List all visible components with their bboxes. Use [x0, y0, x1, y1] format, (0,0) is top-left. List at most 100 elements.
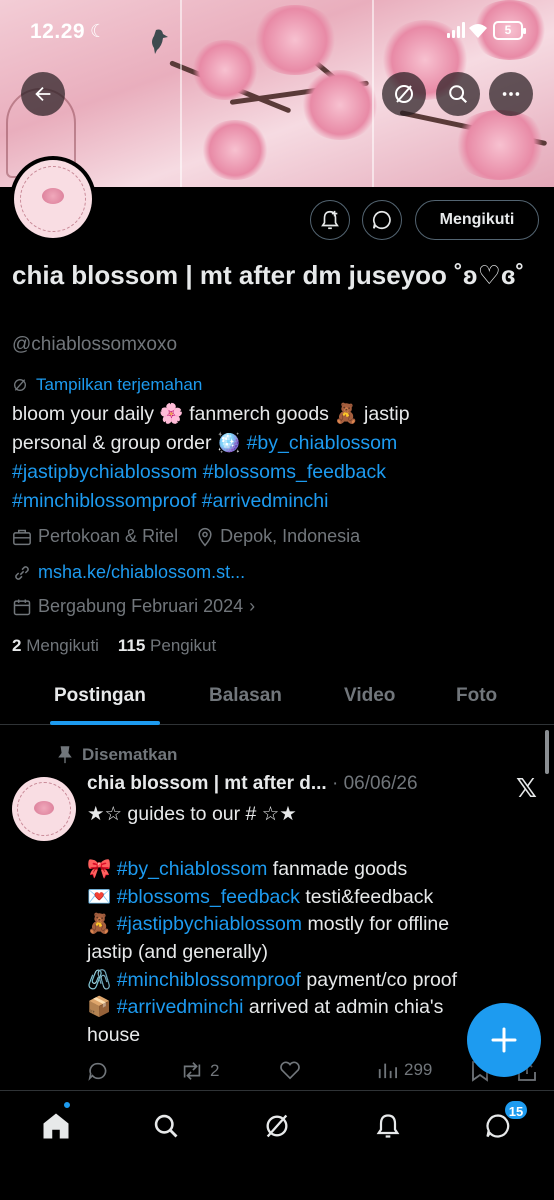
profile-link-row: msha.ke/chiablossom.st...: [12, 562, 263, 583]
messages-badge: 15: [503, 1099, 529, 1121]
hashtag-link[interactable]: #blossoms_feedback: [203, 461, 386, 483]
post-text: payment/co proof: [300, 968, 458, 991]
tab-video[interactable]: Video: [344, 685, 395, 707]
pinned-label: Disematkan: [82, 745, 178, 764]
avatar-flower-logo: [42, 188, 64, 204]
views-count: 299: [404, 1060, 433, 1079]
reply-icon: [88, 1062, 107, 1081]
bio-line: bloom your daily 🌸 fanmerch goods 🧸 jast…: [12, 400, 542, 429]
following-button[interactable]: Mengikuti: [415, 200, 539, 240]
back-button[interactable]: [21, 72, 65, 116]
bar-chart-icon: [378, 1063, 397, 1079]
x-logo-icon: 𝕏: [516, 773, 537, 803]
wifi-icon: [469, 24, 487, 38]
nav-search[interactable]: [149, 1109, 183, 1143]
grok-icon: [14, 379, 26, 391]
location-item: Depok, Indonesia: [196, 526, 360, 547]
search-button[interactable]: [436, 72, 480, 116]
nav-notifications[interactable]: [371, 1109, 405, 1143]
profile-name: chia blossom | mt after dm juseyoo ˚ʚ♡ɞ˚: [12, 260, 525, 290]
hashtag-link[interactable]: #jastipbychiablossom: [12, 461, 197, 483]
message-button[interactable]: [362, 200, 402, 240]
post-text: mostly for offline: [302, 913, 450, 936]
hashtag-link[interactable]: #by_chiablossom: [247, 432, 398, 454]
calendar-icon: [13, 599, 31, 615]
profile-page: 12.29 ☾ 5 Mengikuti chia blossom | mt af…: [0, 0, 554, 1200]
moon-icon: ☾: [90, 21, 107, 41]
like-button[interactable]: [279, 1060, 301, 1080]
post-author-avatar[interactable]: [12, 777, 76, 841]
bio-text: personal & group order 🪩: [12, 432, 247, 454]
tab-replies[interactable]: Balasan: [209, 685, 282, 707]
home-icon: [43, 1113, 69, 1139]
website-item[interactable]: msha.ke/chiablossom.st...: [12, 562, 245, 583]
bell-plus-icon: [321, 210, 339, 230]
compose-button[interactable]: [467, 1003, 541, 1077]
chat-bubble-icon: [372, 210, 391, 230]
hashtag-link[interactable]: #blossoms_feedback: [117, 886, 300, 908]
status-bar: 12.29 ☾ 5: [0, 0, 554, 62]
more-button[interactable]: [489, 72, 533, 116]
profile-avatar[interactable]: [10, 156, 96, 242]
banner-blossom: [450, 110, 550, 180]
bio-line: #jastipbychiablossom #blossoms_feedback: [12, 458, 542, 487]
post-date: · 06/06/26: [331, 773, 418, 794]
post-text: 📦: [87, 996, 117, 1019]
hashtag-link[interactable]: #by_chiablossom: [117, 858, 268, 880]
notifications-subscribe-button[interactable]: [310, 200, 350, 240]
bell-icon: [376, 1114, 400, 1138]
nav-home[interactable]: [39, 1109, 73, 1143]
pin-icon: [58, 746, 72, 764]
post-text: 🖇️: [87, 968, 117, 991]
post-line: 🖇️ #minchiblossomproof payment/co proof: [87, 967, 537, 995]
post-line: jastip (and generally): [87, 939, 537, 967]
post-line: [87, 829, 537, 857]
plus-icon: [491, 1027, 517, 1053]
briefcase-icon: [13, 529, 31, 545]
website-link[interactable]: msha.ke/chiablossom.st...: [38, 562, 245, 583]
hashtag-link[interactable]: #arrivedminchi: [117, 996, 244, 1018]
profile-joined-row: Bergabung Februari 2024 ›: [12, 596, 273, 617]
link-icon: [15, 565, 29, 580]
bio-line: personal & group order 🪩 #by_chiablossom: [12, 429, 542, 458]
arrow-left-icon: [35, 86, 51, 102]
profile-bio: bloom your daily 🌸 fanmerch goods 🧸 jast…: [12, 400, 542, 516]
grok-icon: [395, 85, 413, 103]
post-text: jastip (and generally): [87, 940, 269, 963]
post-text: 🧸: [87, 913, 117, 936]
more-dots-icon: [502, 92, 520, 96]
post-header: chia blossom | mt after d... · 06/06/26: [87, 773, 418, 795]
nav-grok[interactable]: [260, 1109, 294, 1143]
battery-icon: 5: [493, 21, 526, 40]
hashtag-link[interactable]: #arrivedminchi: [202, 490, 329, 512]
joined-item[interactable]: Bergabung Februari 2024 ›: [12, 596, 255, 617]
category-label: Pertokoan & Ritel: [38, 526, 179, 546]
search-icon: [154, 1114, 178, 1138]
banner-blossom: [200, 120, 270, 180]
grok-button[interactable]: [382, 72, 426, 116]
post-text: house: [87, 1023, 141, 1046]
post-author-name[interactable]: chia blossom | mt after d...: [87, 773, 327, 794]
hashtag-link[interactable]: #minchiblossomproof: [117, 969, 301, 991]
post-line: 🧸 #jastipbychiablossom mostly for offlin…: [87, 911, 537, 939]
grok-icon: [266, 1114, 288, 1138]
signal-icon: [447, 22, 467, 38]
hashtag-link[interactable]: #minchiblossomproof: [12, 490, 196, 512]
repost-button[interactable]: 2: [180, 1060, 219, 1082]
location-label: Depok, Indonesia: [220, 526, 361, 546]
bio-text: bloom your daily 🌸 fanmerch goods 🧸 jast…: [12, 403, 410, 425]
pinned-indicator: Disematkan: [58, 745, 177, 765]
following-count-link[interactable]: 2 Mengikuti: [12, 636, 99, 655]
views-button[interactable]: 299: [376, 1060, 432, 1080]
home-unread-dot: [62, 1100, 72, 1110]
reply-button[interactable]: [87, 1060, 109, 1082]
post-text: fanmade goods: [267, 858, 408, 881]
hashtag-link[interactable]: #jastipbychiablossom: [117, 913, 302, 935]
followers-count-link[interactable]: 115 Pengikut: [118, 636, 216, 655]
tab-posts[interactable]: Postingan: [54, 685, 146, 707]
translate-bio-link[interactable]: Tampilkan terjemahan: [12, 375, 202, 395]
chevron-right-icon: ›: [249, 596, 256, 616]
tab-photos[interactable]: Foto: [456, 685, 497, 707]
post-actions: 2 299: [87, 1060, 537, 1084]
translate-label: Tampilkan terjemahan: [36, 375, 203, 394]
